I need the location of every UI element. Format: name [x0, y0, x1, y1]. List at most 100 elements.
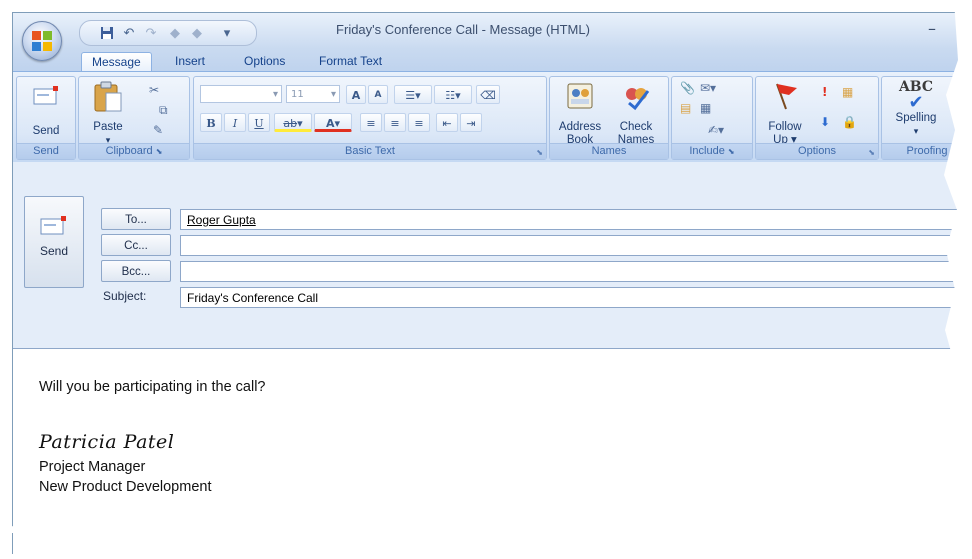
align-center-icon: ≡ — [390, 117, 400, 130]
attach-item-icon[interactable]: ✉▾ — [700, 81, 716, 95]
proofing-group-label: Proofing — [882, 143, 972, 159]
underline-button[interactable]: U — [248, 113, 270, 132]
window-title: Friday's Conference Call - Message (HTML… — [336, 22, 590, 37]
font-size-combo[interactable]: 11 ▾ — [286, 85, 340, 103]
bcc-field[interactable] — [180, 261, 972, 282]
decrease-indent-icon: ⇤ — [442, 117, 452, 130]
next-item-icon[interactable]: ◆ — [188, 24, 206, 42]
to-field[interactable]: Roger Gupta — [180, 209, 972, 230]
names-group: Address Book Check Names Names — [549, 76, 669, 160]
follow-up-flag-icon — [776, 83, 797, 110]
spelling-button[interactable]: ABC ✔ Spelling ▾ — [886, 80, 946, 138]
bullets-button[interactable]: ☰▾ — [394, 85, 432, 104]
send-envelope-icon — [40, 216, 66, 235]
include-launcher-icon[interactable]: ⬊ — [728, 147, 735, 156]
tab-format-text[interactable]: Format Text — [309, 52, 392, 71]
paste-clipboard-icon — [94, 81, 122, 112]
undo-icon[interactable]: ↶ — [120, 24, 138, 42]
ribbon: Send Send Paste ▾ ✂ ⧉ ✎ Clipboard ⬊ ▾ 11… — [13, 71, 972, 163]
message-body[interactable]: Will you be participating in the call? P… — [13, 348, 972, 559]
office-button[interactable] — [22, 21, 62, 61]
business-card-icon[interactable]: ▤ — [680, 101, 691, 115]
subject-field[interactable]: Friday's Conference Call — [180, 287, 972, 308]
clear-formatting-icon: ⌫ — [480, 89, 496, 102]
save-icon[interactable] — [98, 24, 116, 42]
address-book-icon — [567, 83, 593, 109]
include-group-label: Include ⬊ — [672, 143, 752, 159]
tab-insert[interactable]: Insert — [165, 52, 215, 71]
send-group-label: Send — [17, 143, 75, 159]
office-logo-icon — [32, 31, 52, 51]
align-right-icon: ≡ — [414, 117, 424, 130]
options-group: Follow Up ▾ ! ▦ ⬇ 🔒 Options ⬊ — [755, 76, 879, 160]
shrink-font-button[interactable]: A — [368, 85, 388, 104]
tab-options[interactable]: Options — [234, 52, 295, 71]
options-group-label: Options — [756, 143, 878, 159]
signature-department: New Product Development — [39, 479, 212, 495]
clear-formatting-button[interactable]: ⌫ — [476, 85, 500, 104]
check-names-button[interactable]: Check Names — [610, 81, 662, 147]
send-envelope-icon — [33, 86, 58, 105]
basic-text-launcher-icon[interactable]: ⬊ — [536, 148, 543, 157]
send-button[interactable]: Send — [24, 196, 84, 288]
highlight-button[interactable]: ab▾ — [274, 113, 312, 132]
check-names-icon — [626, 88, 650, 111]
align-right-button[interactable]: ≡ — [408, 113, 430, 132]
options-launcher-icon[interactable]: ⬊ — [868, 148, 875, 157]
cc-field[interactable] — [180, 235, 972, 256]
increase-indent-icon: ⇥ — [466, 117, 476, 130]
attach-file-icon[interactable]: 📎 — [680, 81, 695, 95]
align-left-icon: ≡ — [366, 117, 376, 130]
ribbon-tabs: Message Insert Options Format Text — [13, 49, 972, 72]
center-button[interactable]: ≡ — [384, 113, 406, 132]
security-icon[interactable]: 🔒 — [842, 115, 857, 129]
subject-label: Subject: — [103, 289, 147, 303]
message-header: Send To... Roger Gupta Cc... Bcc... Subj… — [13, 162, 972, 362]
increase-indent-button[interactable]: ⇥ — [460, 113, 482, 132]
decrease-indent-button[interactable]: ⇤ — [436, 113, 458, 132]
clipboard-group-label: Clipboard ⬊ — [79, 143, 189, 159]
title-bar: ↶ ↷ ◆ ◆ ▾ Friday's Conference Call - Mes… — [13, 13, 972, 49]
format-painter-icon[interactable]: ✎ — [153, 123, 163, 137]
basic-text-group: ▾ 11 ▾ A A ☰▾ ☷▾ ⌫ B I U ab▾ A▾ ≡ ≡ ≡ ⇤ ⇥… — [193, 76, 547, 160]
names-group-label: Names — [550, 143, 668, 159]
high-importance-icon[interactable]: ! — [822, 85, 827, 99]
align-left-button[interactable]: ≡ — [360, 113, 382, 132]
clipboard-group: Paste ▾ ✂ ⧉ ✎ Clipboard ⬊ — [78, 76, 190, 160]
numbering-icon: ☷▾ — [445, 89, 461, 102]
font-name-combo[interactable]: ▾ — [200, 85, 282, 103]
low-importance-icon[interactable]: ⬇ — [820, 115, 830, 129]
italic-button[interactable]: I — [224, 113, 246, 132]
clipboard-launcher-icon[interactable]: ⬊ — [156, 147, 163, 156]
paste-button[interactable]: Paste ▾ — [85, 81, 131, 147]
address-book-button[interactable]: Address Book — [554, 81, 606, 147]
include-group: 📎 ✉▾ ▤ ▦ ✍▾ Include ⬊ — [671, 76, 753, 160]
bold-button[interactable]: B — [200, 113, 222, 132]
send-ribbon-button[interactable]: Send — [21, 85, 71, 138]
send-group: Send Send — [16, 76, 76, 160]
cc-button[interactable]: Cc... — [101, 234, 171, 256]
tab-message[interactable]: Message — [81, 52, 152, 72]
copy-icon[interactable]: ⧉ — [159, 103, 168, 118]
signature-title: Project Manager — [39, 459, 146, 475]
calendar-icon[interactable]: ▦ — [700, 101, 711, 115]
basic-text-group-label: Basic Text — [194, 143, 546, 159]
follow-up-button[interactable]: Follow Up ▾ — [760, 81, 810, 147]
permission-icon[interactable]: ▦ — [842, 85, 853, 99]
bcc-button[interactable]: Bcc... — [101, 260, 171, 282]
bullets-icon: ☰▾ — [405, 89, 421, 102]
previous-item-icon[interactable]: ◆ — [166, 24, 184, 42]
redo-icon[interactable]: ↷ — [142, 24, 160, 42]
spelling-check-icon: ✔ — [908, 92, 924, 112]
cut-icon[interactable]: ✂ — [149, 83, 159, 97]
quick-access-toolbar: ↶ ↷ ◆ ◆ ▾ — [79, 20, 257, 46]
minimize-button[interactable]: – — [928, 19, 936, 38]
font-color-button[interactable]: A▾ — [314, 113, 352, 132]
grow-font-button[interactable]: A — [346, 85, 366, 104]
signature-name: Patricia Patel — [39, 431, 175, 453]
signature-icon[interactable]: ✍▾ — [708, 123, 724, 137]
to-button[interactable]: To... — [101, 208, 171, 230]
customize-qat-icon[interactable]: ▾ — [218, 24, 236, 42]
numbering-button[interactable]: ☷▾ — [434, 85, 472, 104]
message-text: Will you be participating in the call? — [39, 379, 266, 395]
